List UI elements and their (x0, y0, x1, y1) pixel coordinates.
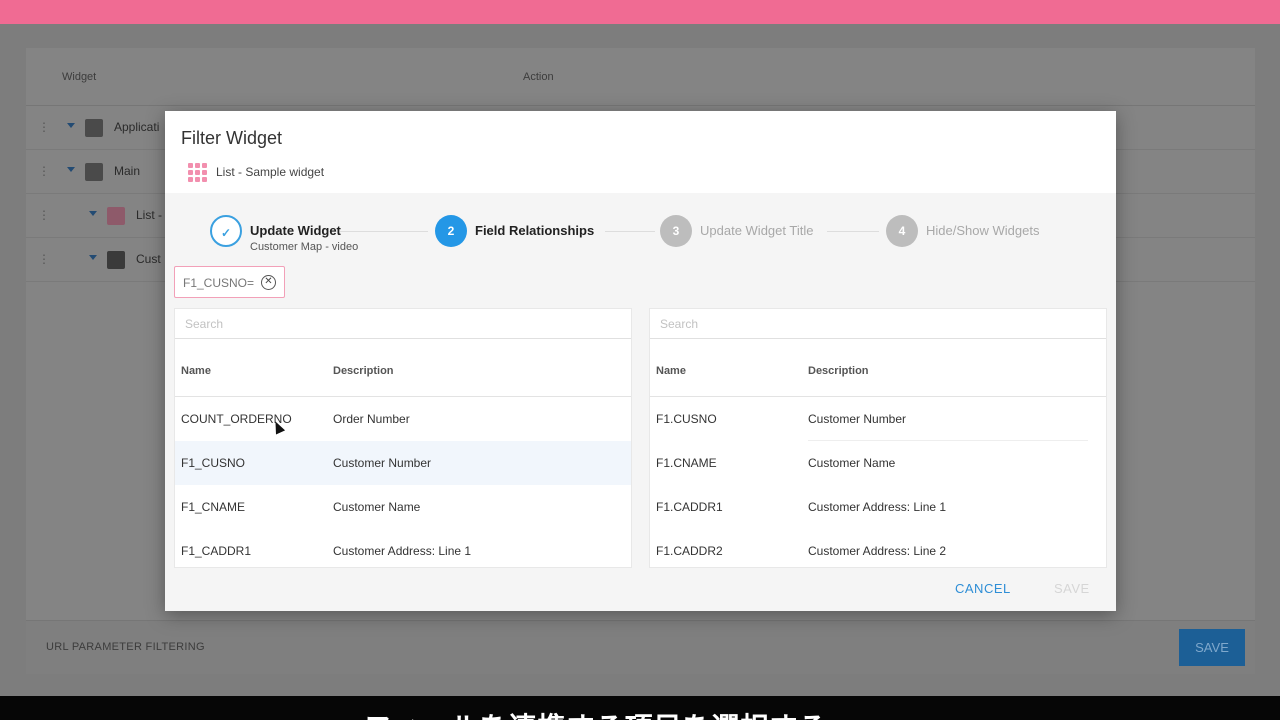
source-search-input[interactable] (175, 309, 631, 339)
step-number-badge: 3 (660, 215, 692, 247)
field-name: F1.CUSNO (656, 412, 717, 426)
column-header-description: Description (808, 365, 869, 377)
page-footer: URL PARAMETER FILTERING SAVE (26, 620, 1255, 674)
table-row[interactable]: F1.CNAME Customer Name (650, 441, 1106, 485)
chip-label: F1_CUSNO= (183, 276, 255, 290)
table-row[interactable]: F1_CUSNO Customer Number (175, 441, 631, 485)
field-name: F1_CADDR1 (181, 544, 252, 558)
table-row[interactable]: F1_CNAME Customer Name (175, 485, 631, 529)
step-label: Field Relationships (475, 223, 595, 238)
cancel-button[interactable]: CANCEL (955, 581, 1011, 596)
caret-down-icon[interactable] (89, 255, 97, 260)
dialog-title: Filter Widget (181, 128, 283, 148)
grid-icon (188, 163, 208, 183)
map-pin-icon (107, 251, 125, 269)
page-save-button[interactable]: SAVE (1179, 629, 1245, 666)
widget-row-label: Main (114, 164, 141, 178)
field-name: F1_CUSNO (181, 456, 246, 470)
step-label: Update Widget Title (700, 223, 814, 238)
caret-down-icon[interactable] (67, 123, 75, 128)
field-name: F1.CADDR1 (656, 500, 723, 514)
table-row[interactable]: F1.CADDR2 Customer Address: Line 2 (650, 529, 1106, 567)
field-description: Customer Name (333, 500, 421, 514)
dialog-subtitle: List - Sample widget (216, 165, 325, 179)
app-top-bar (0, 0, 1280, 24)
field-description: Order Number (333, 412, 410, 426)
source-fields-panel: Name Description COUNT_ORDERNO Order Num… (174, 308, 632, 568)
grid-icon (107, 207, 125, 225)
step-label: Hide/Show Widgets (926, 223, 1040, 238)
field-name: F1.CNAME (656, 456, 717, 470)
field-description: Customer Address: Line 1 (333, 544, 472, 558)
close-circle-icon[interactable]: ✕ (261, 275, 276, 290)
widget-row-label: List - (136, 208, 163, 222)
table-row[interactable]: F1.CADDR1 Customer Address: Line 1 (650, 485, 1106, 529)
drag-handle-icon[interactable]: ⋮ (38, 120, 50, 134)
target-search-input[interactable] (650, 309, 1106, 339)
relationship-chip[interactable]: F1_CUSNO= ✕ (174, 266, 285, 298)
column-header-description: Description (333, 365, 394, 377)
subtitle-caption-bar: フィールを連携する項目を選択する (0, 696, 1280, 720)
table-row[interactable]: COUNT_ORDERNO Order Number (175, 397, 631, 441)
widget-row-label: Cust (136, 252, 161, 266)
step-number-badge: 4 (886, 215, 918, 247)
drag-handle-icon[interactable]: ⋮ (38, 252, 50, 266)
drag-handle-icon[interactable]: ⋮ (38, 164, 50, 178)
caret-down-icon[interactable] (67, 167, 75, 172)
column-header-widget: Widget (62, 71, 97, 83)
field-description: Customer Name (808, 456, 896, 470)
table-row[interactable]: F1.CUSNO Customer Number (650, 397, 1106, 441)
target-fields-panel: Name Description F1.CUSNO Customer Numbe… (649, 308, 1107, 568)
widget-row-label: Applicati (114, 120, 160, 134)
field-description: Customer Address: Line 2 (808, 544, 947, 558)
step-sublabel: Customer Map - video (250, 241, 359, 253)
field-description: Customer Address: Line 1 (808, 500, 947, 514)
step-number-badge: 2 (435, 215, 467, 247)
column-header-name: Name (656, 365, 686, 377)
square-icon (85, 163, 103, 181)
step-connector (340, 231, 428, 232)
checkmark-icon: ✓ (210, 215, 242, 247)
widget-table-header (26, 48, 1255, 106)
step-connector (827, 231, 879, 232)
column-header-name: Name (181, 365, 211, 377)
dialog-header: Filter Widget List - Sample widget (165, 111, 1116, 193)
url-parameter-filtering-link[interactable]: URL PARAMETER FILTERING (46, 641, 205, 653)
document-icon (85, 119, 103, 137)
table-row[interactable]: F1_CADDR1 Customer Address: Line 1 (175, 529, 631, 567)
field-description: Customer Number (333, 456, 432, 470)
subtitle-caption: フィールを連携する項目を選択する (364, 706, 827, 720)
caret-down-icon[interactable] (89, 211, 97, 216)
filter-widget-dialog: Filter Widget List - Sample widget ✓ Upd… (165, 111, 1116, 611)
field-name: F1_CNAME (181, 500, 246, 514)
step-connector (605, 231, 655, 232)
save-button[interactable]: SAVE (1054, 581, 1090, 596)
field-description: Customer Number (808, 412, 907, 426)
table-header: Name Description (175, 345, 631, 397)
table-header: Name Description (650, 345, 1106, 397)
drag-handle-icon[interactable]: ⋮ (38, 208, 50, 222)
field-name: F1.CADDR2 (656, 544, 723, 558)
column-header-action: Action (523, 71, 554, 83)
step-label: Update Widget (250, 223, 341, 238)
